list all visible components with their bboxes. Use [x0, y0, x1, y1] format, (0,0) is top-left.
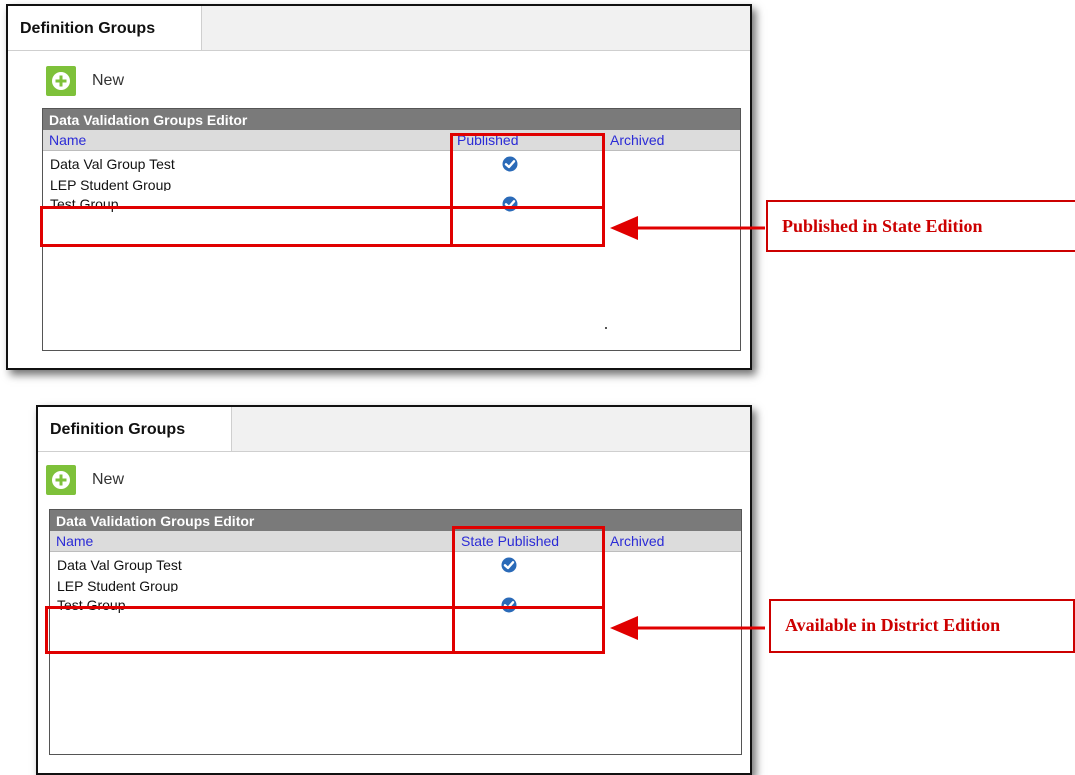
- editor-title: Data Validation Groups Editor: [43, 109, 740, 130]
- arrow-left-icon: [610, 616, 765, 640]
- column-header-row: Name Published Archived: [43, 130, 740, 151]
- tab-bar: Definition Groups: [38, 407, 750, 452]
- callout-published-state: Published in State Edition: [766, 200, 1075, 252]
- table-row[interactable]: Data Val Group Test: [50, 552, 741, 575]
- group-name: Data Val Group Test: [57, 557, 182, 573]
- definition-groups-panel-district: Definition Groups New Data Validation Gr…: [36, 405, 752, 775]
- new-button-label: New: [92, 72, 125, 89]
- group-name: Data Val Group Test: [50, 156, 175, 172]
- column-header-name[interactable]: Name: [56, 533, 93, 549]
- column-header-archived[interactable]: Archived: [610, 533, 664, 549]
- plus-circle-icon: [46, 465, 76, 495]
- tab-definition-groups[interactable]: Definition Groups: [38, 407, 232, 451]
- stray-dot: [605, 327, 607, 329]
- plus-circle-icon: [46, 66, 76, 96]
- editor-title: Data Validation Groups Editor: [50, 510, 741, 531]
- table-row[interactable]: LEP Student Group: [50, 575, 741, 592]
- column-header-name[interactable]: Name: [49, 132, 86, 148]
- group-name: LEP Student Group: [57, 578, 179, 592]
- definition-groups-panel-state: Definition Groups New Data Validation Gr…: [6, 4, 752, 370]
- table-row[interactable]: Data Val Group Test: [43, 151, 740, 174]
- tab-definition-groups[interactable]: Definition Groups: [8, 6, 202, 50]
- test-group-row-highlight: [40, 206, 605, 247]
- new-button-label: New: [92, 471, 125, 488]
- arrow-left-icon: [610, 216, 765, 240]
- column-header-archived[interactable]: Archived: [610, 132, 664, 148]
- tab-bar: Definition Groups: [8, 6, 750, 51]
- table-row[interactable]: LEP Student Group: [43, 174, 740, 191]
- test-group-row-highlight: [45, 606, 605, 654]
- column-header-row: Name State Published Archived: [50, 531, 741, 552]
- group-name: LEP Student Group: [50, 177, 172, 191]
- callout-available-district: Available in District Edition: [769, 599, 1075, 653]
